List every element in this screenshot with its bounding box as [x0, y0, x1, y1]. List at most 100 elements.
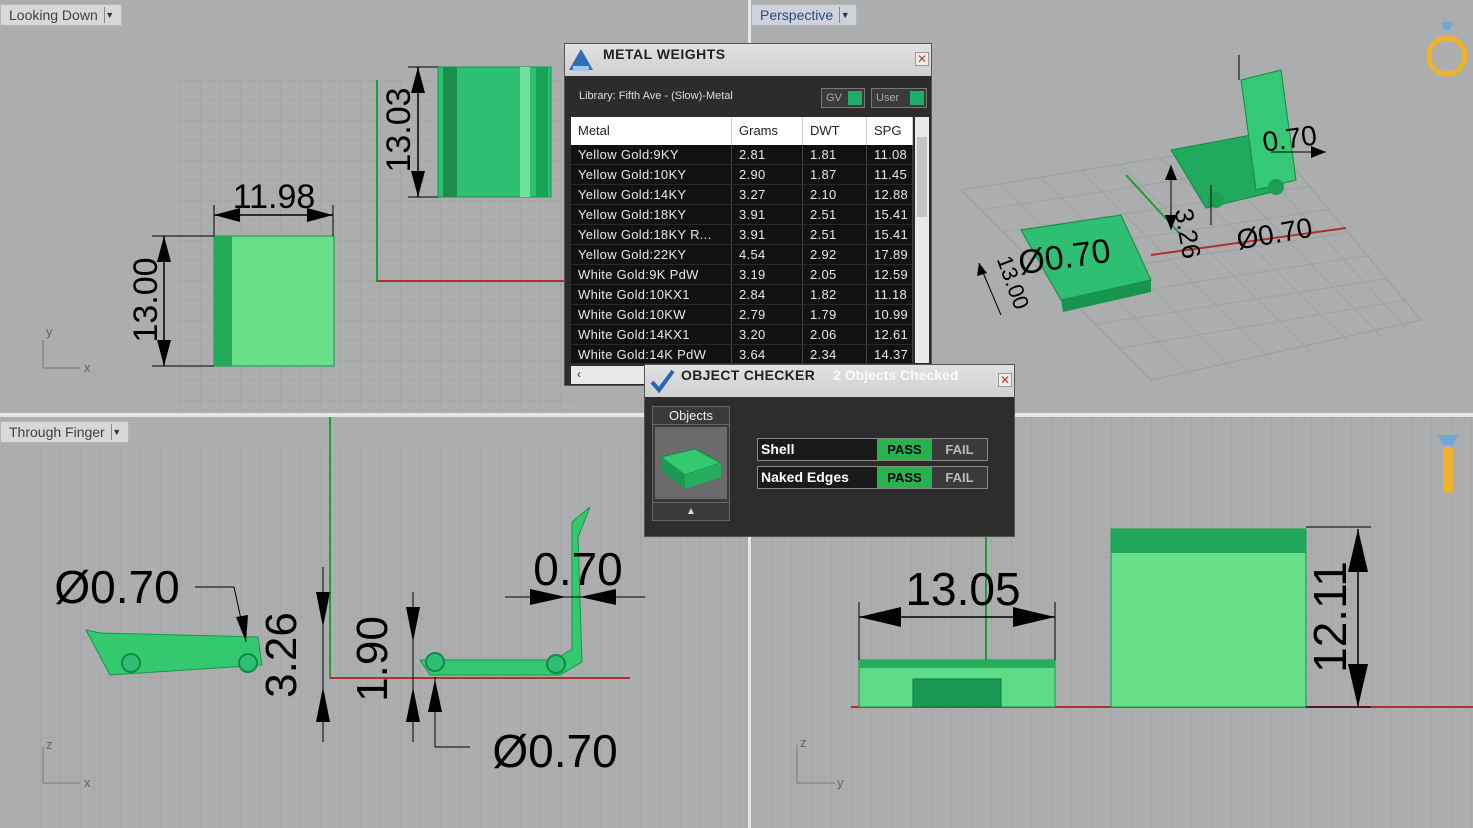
- chevron-down-icon[interactable]: ▼: [103, 7, 115, 23]
- scroll-up-icon[interactable]: ▲: [653, 502, 729, 520]
- table-row[interactable]: Yellow Gold:18KY 3.91 2.51 15.41: [571, 205, 913, 225]
- ring-icon[interactable]: [1419, 16, 1473, 86]
- scroll-thumb[interactable]: [917, 137, 927, 217]
- viewport-title-perspective[interactable]: Perspective ▼: [751, 4, 858, 26]
- finger-dim-diameter-1: Ø0.70: [54, 561, 179, 613]
- gv-selector[interactable]: GV: [821, 88, 865, 108]
- user-selector[interactable]: User: [871, 88, 927, 108]
- table-row[interactable]: Yellow Gold:10KY 2.90 1.87 11.45: [571, 165, 913, 185]
- table-cell: 2.06: [803, 325, 867, 344]
- viewport-title-looking-down[interactable]: Looking Down ▼: [0, 4, 122, 26]
- table-cell: 12.61: [867, 325, 913, 344]
- table-cell: 3.27: [732, 185, 803, 204]
- axis-y-label: y: [837, 775, 844, 790]
- axis-y-label: y: [46, 324, 53, 339]
- table-cell: White Gold:14KX1: [571, 325, 732, 344]
- table-cell: Yellow Gold:14KY: [571, 185, 732, 204]
- objects-checked-count: 2 Objects Checked: [833, 367, 959, 383]
- chevron-down-icon[interactable]: ▼: [110, 424, 122, 440]
- table-cell: 4.54: [732, 245, 803, 264]
- table-cell: 12.88: [867, 185, 913, 204]
- through-finger-drawing: Ø0.70 3.26 1.90 0.70 Ø0.70 z x: [30, 417, 748, 828]
- table-row[interactable]: White Gold:14K PdW 3.64 2.34 14.37: [571, 345, 913, 363]
- column-header-spg[interactable]: SPG: [867, 117, 913, 145]
- table-cell: 2.10: [803, 185, 867, 204]
- table-cell: 2.90: [732, 165, 803, 184]
- metal-weights-title: METAL WEIGHTS: [603, 46, 726, 62]
- checkmark-icon: [650, 369, 675, 394]
- fail-indicator[interactable]: FAIL: [932, 467, 987, 488]
- metal-weights-titlebar[interactable]: METAL WEIGHTS ✕: [565, 44, 931, 76]
- check-name: Shell: [761, 441, 795, 457]
- table-row[interactable]: Yellow Gold:9KY 2.81 1.81 11.08: [571, 145, 913, 165]
- viewport-title-text: Through Finger: [9, 424, 105, 440]
- finger-dim-diameter-2: Ø0.70: [492, 725, 617, 777]
- axis-z-label: z: [800, 735, 807, 750]
- metal-weights-logo-icon: [565, 44, 597, 76]
- metal-weights-panel[interactable]: METAL WEIGHTS ✕ Library: Fifth Ave - (Sl…: [564, 43, 932, 386]
- table-cell: 2.34: [803, 345, 867, 363]
- table-row[interactable]: White Gold:10KW 2.79 1.79 10.99: [571, 305, 913, 325]
- rhino-workspace: 11.98 13.00 13.03 y x Looking Down ▼ 0.7…: [0, 0, 1473, 828]
- axis-x-label: x: [84, 775, 91, 790]
- dim-height-top: 13.03: [380, 87, 418, 172]
- table-cell: 2.81: [732, 145, 803, 164]
- column-header-metal[interactable]: Metal: [571, 117, 732, 145]
- table-row[interactable]: Yellow Gold:14KY 3.27 2.10 12.88: [571, 185, 913, 205]
- fail-indicator[interactable]: FAIL: [932, 439, 987, 460]
- table-cell: Yellow Gold:18KY: [571, 205, 732, 224]
- side-dim-height: 12.11: [1304, 561, 1356, 673]
- pass-indicator[interactable]: PASS: [877, 439, 932, 460]
- table-cell: 10.99: [867, 305, 913, 324]
- table-cell: 15.41: [867, 205, 913, 224]
- table-cell: 3.91: [732, 225, 803, 244]
- pass-indicator[interactable]: PASS: [877, 467, 932, 488]
- table-cell: 1.79: [803, 305, 867, 324]
- check-row: Naked Edges PASS FAIL: [757, 466, 988, 489]
- axis-z-label: z: [46, 737, 53, 752]
- object-checker-titlebar[interactable]: OBJECT CHECKER 2 Objects Checked ✕: [645, 365, 1014, 397]
- metal-table-header: Metal Grams DWT SPG: [571, 117, 913, 145]
- library-row: Library: Fifth Ave - (Slow)-Metal GV Use…: [565, 76, 931, 116]
- table-cell: 2.79: [732, 305, 803, 324]
- table-cell: 17.89: [867, 245, 913, 264]
- close-icon[interactable]: ✕: [998, 373, 1012, 387]
- table-row[interactable]: White Gold:14KX1 3.20 2.06 12.61: [571, 325, 913, 345]
- object-checker-panel[interactable]: OBJECT CHECKER 2 Objects Checked ✕ Objec…: [644, 364, 1015, 537]
- table-cell: 3.91: [732, 205, 803, 224]
- column-header-dwt[interactable]: DWT: [803, 117, 867, 145]
- table-row[interactable]: Yellow Gold:18KY R... 3.91 2.51 15.41: [571, 225, 913, 245]
- table-cell: 3.20: [732, 325, 803, 344]
- pen-light-icon[interactable]: [1433, 431, 1463, 501]
- table-cell: 3.19: [732, 265, 803, 284]
- check-row: Shell PASS FAIL: [757, 438, 988, 461]
- table-cell: 1.82: [803, 285, 867, 304]
- table-cell: 15.41: [867, 225, 913, 244]
- table-cell: White Gold:10KW: [571, 305, 732, 324]
- table-row[interactable]: White Gold:9K PdW 3.19 2.05 12.59: [571, 265, 913, 285]
- table-cell: 11.08: [867, 145, 913, 164]
- table-cell: Yellow Gold:18KY R...: [571, 225, 732, 244]
- table-cell: 2.05: [803, 265, 867, 284]
- chevron-left-icon[interactable]: ‹: [577, 367, 581, 381]
- close-icon[interactable]: ✕: [915, 52, 929, 66]
- table-row[interactable]: White Gold:10KX1 2.84 1.82 11.18: [571, 285, 913, 305]
- object-thumbnail[interactable]: [655, 427, 727, 499]
- table-cell: 2.84: [732, 285, 803, 304]
- table-cell: 11.45: [867, 165, 913, 184]
- viewport-title-through-finger[interactable]: Through Finger ▼: [0, 421, 129, 443]
- table-cell: 2.51: [803, 205, 867, 224]
- objects-list[interactable]: Objects ▲: [652, 406, 730, 521]
- table-cell: 12.59: [867, 265, 913, 284]
- chevron-down-icon[interactable]: ▼: [839, 7, 850, 23]
- finger-dim-offset: 1.90: [348, 616, 397, 702]
- table-cell: 14.37: [867, 345, 913, 363]
- viewport-title-text: Looking Down: [9, 7, 98, 23]
- table-row[interactable]: Yellow Gold:22KY 4.54 2.92 17.89: [571, 245, 913, 265]
- viewport-through-finger[interactable]: Ø0.70 3.26 1.90 0.70 Ø0.70 z x Through F…: [0, 417, 748, 828]
- table-scrollbar-vertical[interactable]: [915, 117, 929, 363]
- metal-table: Metal Grams DWT SPG Yellow Gold:9KY 2.81 1…: [571, 117, 913, 363]
- table-cell: Yellow Gold:9KY: [571, 145, 732, 164]
- column-header-grams[interactable]: Grams: [732, 117, 803, 145]
- table-cell: White Gold:9K PdW: [571, 265, 732, 284]
